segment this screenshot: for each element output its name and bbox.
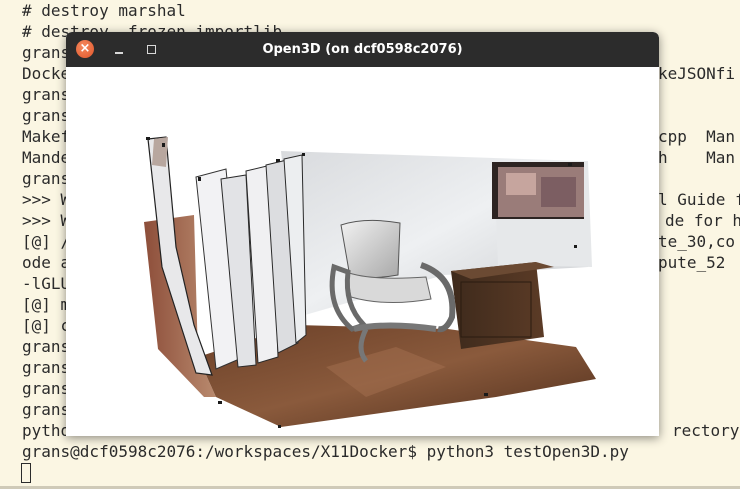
close-button[interactable]: × (76, 40, 94, 58)
terminal-line-right: l Guide f (658, 190, 740, 209)
terminal-line: ode a (22, 253, 71, 272)
terminal-line-right: keJSONfi (658, 64, 736, 83)
terminal-line: grans (22, 85, 71, 104)
point-cloud-scene (144, 136, 596, 428)
window-titlebar[interactable]: Open3D (on dcf0598c2076) × (66, 32, 659, 67)
terminal-line: grans (22, 379, 71, 398)
3d-viewport[interactable] (66, 67, 659, 436)
terminal-cursor (21, 463, 31, 483)
terminal-line-right: h Man (658, 148, 736, 167)
terminal-line: grans (22, 43, 71, 62)
terminal-line: Mande (22, 148, 71, 167)
terminal-line: grans@dcf0598c2076:/workspaces/X11Docker… (22, 442, 629, 461)
minimize-button[interactable] (113, 40, 127, 58)
terminal-line: [@] c (22, 316, 71, 335)
terminal-line: pytho (22, 421, 71, 440)
terminal-line-right: de for h (665, 211, 740, 230)
terminal-line: >>> W (22, 211, 71, 230)
terminal-line-right: pute_52 (658, 253, 726, 272)
terminal-line: Makef (22, 127, 71, 146)
terminal-line: grans (22, 400, 71, 419)
terminal-line-right: rectory (672, 421, 740, 440)
terminal-line: [@] m (22, 295, 71, 314)
terminal-line: -lGLU (22, 274, 71, 293)
terminal-line: Docke (22, 64, 71, 83)
terminal-line: # destroy marshal (22, 1, 186, 20)
terminal-line: grans (22, 337, 71, 356)
terminal-line: [@] / (22, 232, 71, 251)
terminal-line: grans (22, 169, 71, 188)
open3d-window[interactable]: Open3D (on dcf0598c2076) × (66, 32, 659, 436)
maximize-button[interactable] (147, 45, 156, 54)
terminal-line: >>> W (22, 190, 71, 209)
terminal-line: grans (22, 106, 71, 125)
terminal-line: grans (22, 358, 71, 377)
terminal-line-right: cpp Man (658, 127, 736, 146)
terminal-line-right: te_30,co (658, 232, 736, 251)
